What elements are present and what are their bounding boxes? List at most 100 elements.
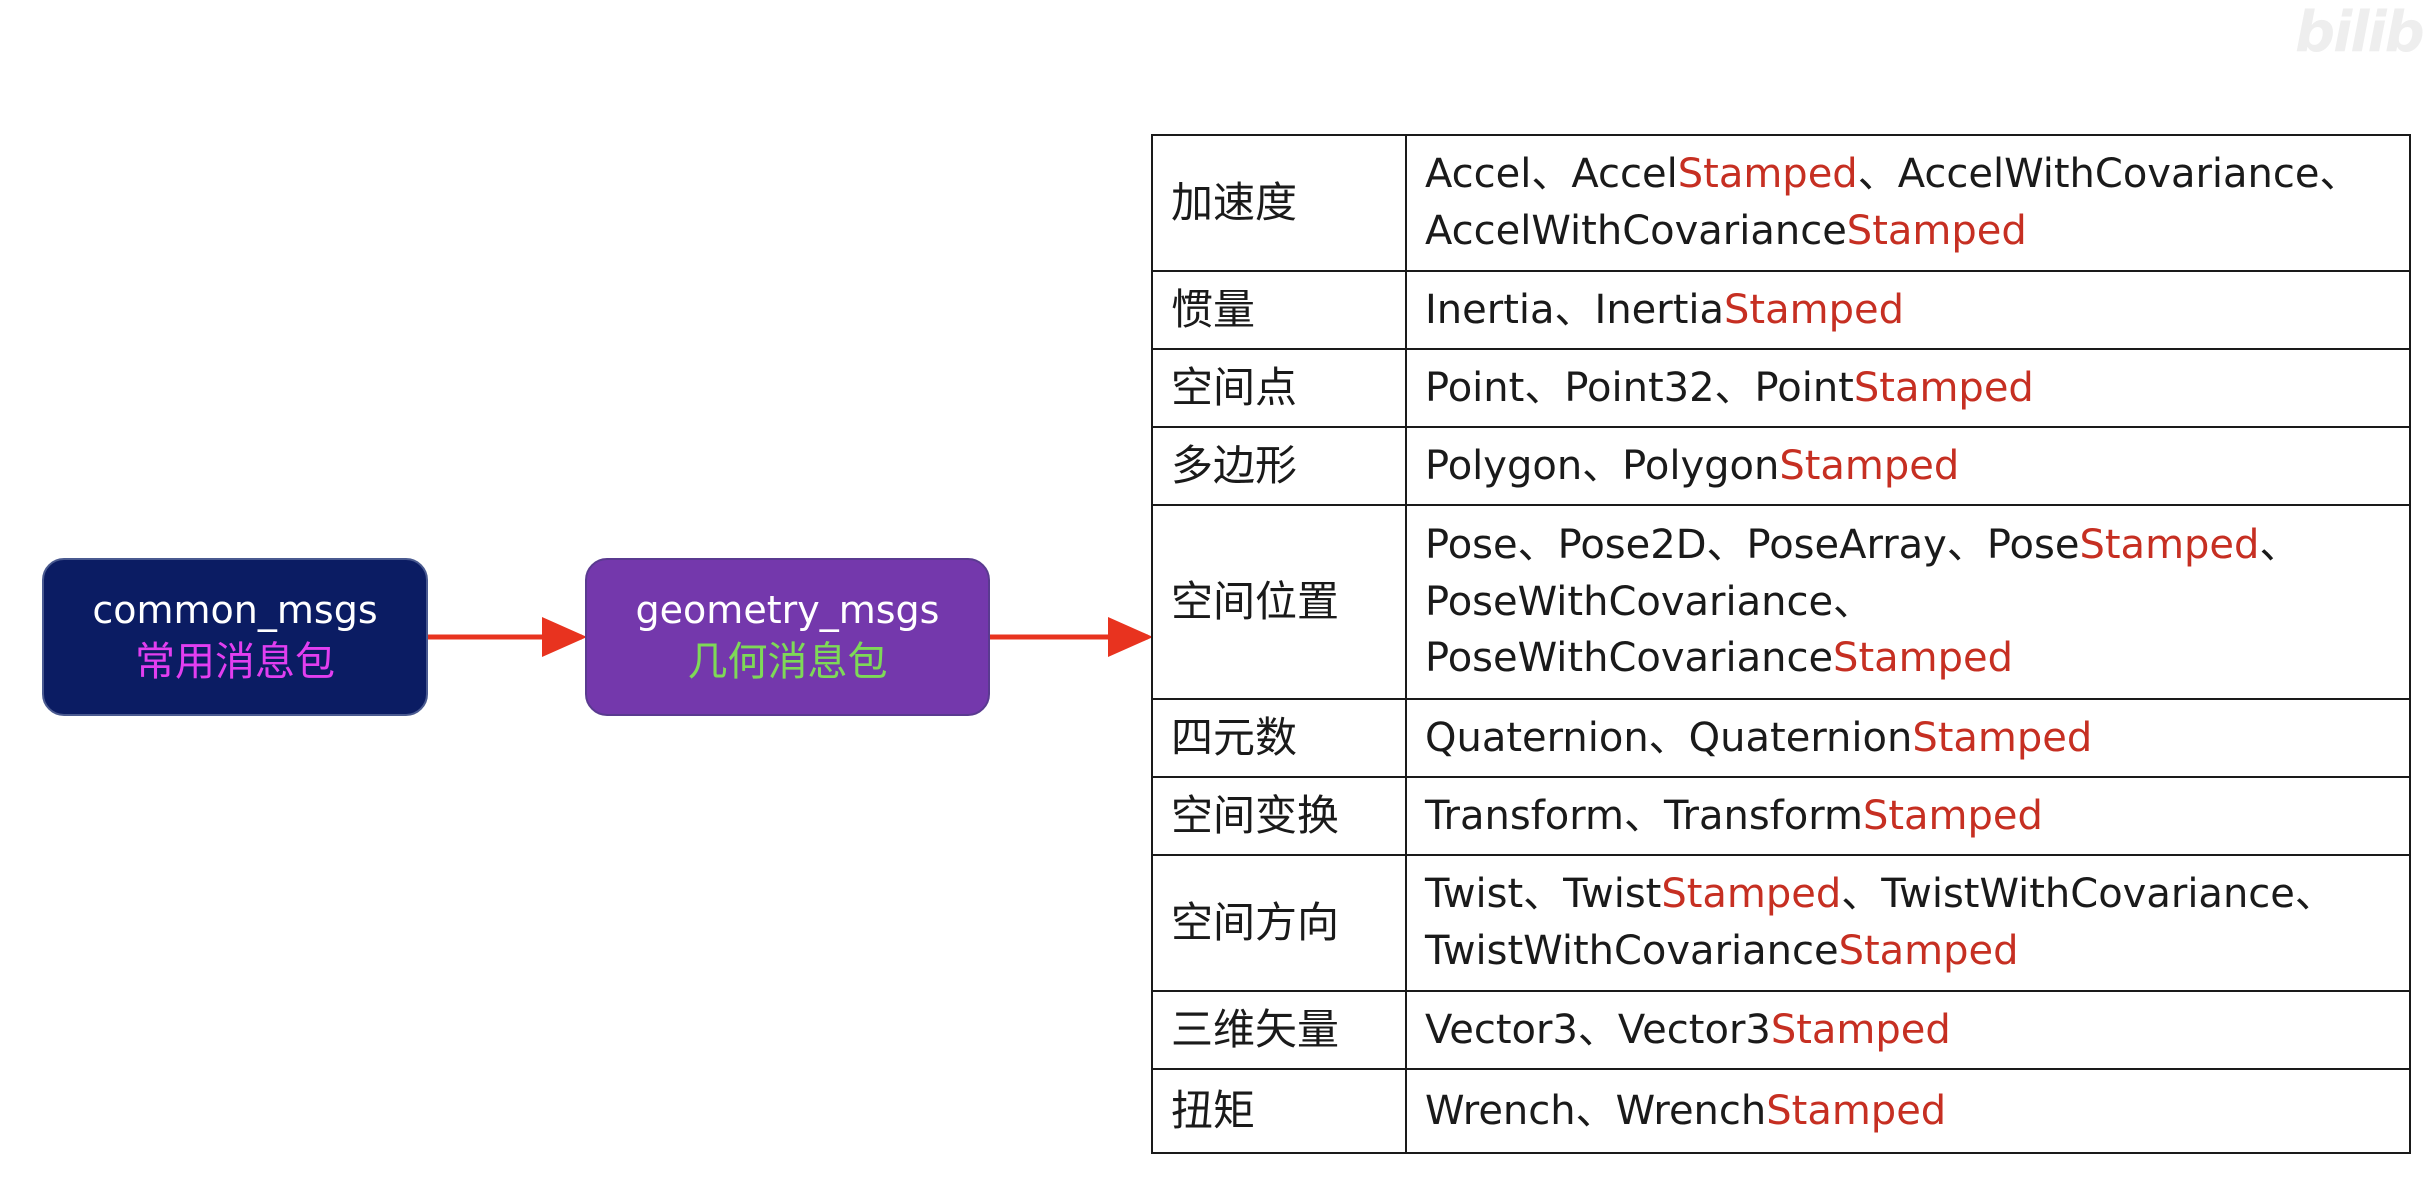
stamped-suffix: Stamped: [1846, 208, 2027, 254]
stamped-suffix: Stamped: [1677, 151, 1858, 198]
type-base-name: AccelWithCovariance: [1425, 208, 1847, 254]
type-base-name: PoseArray: [1746, 521, 1947, 568]
type-base-name: Inertia: [1594, 286, 1725, 333]
stamped-suffix: Stamped: [1833, 635, 2013, 682]
category-cell: 空间点: [1151, 348, 1407, 428]
type-base-name: Point: [1425, 364, 1525, 411]
type-base-name: Twist: [1425, 871, 1524, 918]
separator: 、: [1577, 1006, 1618, 1053]
separator: 、: [1582, 442, 1623, 489]
message-type: PoseWithCovariance、: [1425, 579, 1873, 625]
message-type: PoseStamped、: [1987, 522, 2300, 568]
separator: 、: [2294, 871, 2335, 918]
separator: 、: [1714, 364, 1755, 411]
message-type: QuaternionStamped: [1689, 715, 2093, 761]
message-type: Vector3、: [1425, 1007, 1618, 1053]
type-base-name: Transform: [1425, 792, 1624, 839]
type-base-name: Accel: [1571, 151, 1678, 198]
message-type: Polygon、: [1425, 443, 1622, 489]
type-base-name: Accel: [1425, 151, 1532, 198]
stamped-suffix: Stamped: [1779, 442, 1960, 489]
message-type: PolygonStamped: [1622, 443, 1959, 489]
category-cell: 四元数: [1151, 698, 1407, 778]
category-cell: 多边形: [1151, 426, 1407, 506]
message-type: Vector3Stamped: [1618, 1007, 1951, 1053]
message-types-cell: Vector3、Vector3Stamped: [1405, 990, 2411, 1070]
message-types-table: 加速度 Accel、AccelStamped、AccelWithCovarianc…: [1151, 134, 2411, 1154]
table-row: 空间位置 Pose、Pose2D、PoseArray、PoseStamped、Po…: [1151, 504, 2411, 700]
separator: 、: [1706, 521, 1747, 568]
message-type: Transform、: [1425, 793, 1664, 839]
message-type: AccelWithCovarianceStamped: [1425, 208, 2027, 254]
category-cell: 三维矢量: [1151, 990, 1407, 1070]
type-base-name: Vector3: [1617, 1006, 1771, 1053]
message-type: PoseArray、: [1747, 522, 1987, 568]
message-type: Pose2D、: [1558, 522, 1747, 568]
message-type: TwistStamped、: [1563, 871, 1881, 917]
stamped-suffix: Stamped: [1853, 364, 2034, 411]
type-base-name: Point: [1754, 364, 1854, 411]
message-types-cell: Polygon、PolygonStamped: [1405, 426, 2411, 506]
message-type: TransformStamped: [1664, 793, 2043, 839]
type-base-name: Inertia: [1425, 286, 1555, 333]
separator: 、: [1575, 1087, 1616, 1134]
message-type: Inertia、: [1425, 287, 1595, 333]
message-type: PointStamped: [1755, 365, 2034, 411]
message-type: Twist、: [1425, 871, 1563, 917]
stamped-suffix: Stamped: [1770, 1006, 1951, 1053]
table-row: 四元数 Quaternion、QuaternionStamped: [1151, 698, 2411, 778]
message-types-cell: Twist、TwistStamped、TwistWithCovariance、T…: [1405, 854, 2411, 992]
type-base-name: Quaternion: [1688, 714, 1913, 761]
message-type: Pose、: [1425, 522, 1558, 568]
type-base-name: Vector3: [1425, 1006, 1578, 1053]
separator: 、: [1523, 871, 1564, 918]
table-row: 惯量 Inertia、InertiaStamped: [1151, 270, 2411, 350]
type-base-name: TwistWithCovariance: [1425, 928, 1839, 974]
type-base-name: Wrench: [1425, 1087, 1576, 1134]
message-type: Accel、: [1425, 151, 1571, 197]
type-base-name: Wrench: [1615, 1087, 1767, 1134]
stamped-suffix: Stamped: [2079, 521, 2260, 568]
separator: 、: [1833, 578, 1874, 625]
category-cell: 惯量: [1151, 270, 1407, 350]
message-type: InertiaStamped: [1595, 287, 1904, 333]
message-type: Quaternion、: [1425, 715, 1689, 761]
category-cell: 空间方向: [1151, 854, 1407, 992]
common-msgs-node: common_msgs 常用消息包: [42, 558, 428, 716]
message-types-cell: Pose、Pose2D、PoseArray、PoseStamped、PoseWi…: [1405, 504, 2411, 700]
message-types-cell: Inertia、InertiaStamped: [1405, 270, 2411, 350]
table-row: 加速度 Accel、AccelStamped、AccelWithCovarianc…: [1151, 134, 2411, 272]
stamped-suffix: Stamped: [1838, 928, 2019, 974]
table-row: 多边形 Polygon、PolygonStamped: [1151, 426, 2411, 506]
separator: 、: [1517, 521, 1558, 568]
message-types-cell: Accel、AccelStamped、AccelWithCovariance、A…: [1405, 134, 2411, 272]
stamped-suffix: Stamped: [1766, 1087, 1947, 1134]
message-type: TwistWithCovariance、: [1881, 871, 2335, 917]
separator: 、: [1648, 714, 1689, 761]
message-types-cell: Wrench、WrenchStamped: [1405, 1068, 2411, 1154]
geometry-msgs-name: geometry_msgs: [635, 588, 940, 633]
category-cell: 空间变换: [1151, 776, 1407, 856]
separator: 、: [2319, 151, 2360, 198]
stamped-suffix: Stamped: [1724, 286, 1904, 333]
table-row: 空间点 Point、Point32、PointStamped: [1151, 348, 2411, 428]
message-type: AccelStamped、: [1571, 151, 1897, 197]
separator: 、: [1946, 521, 1987, 568]
category-cell: 加速度: [1151, 134, 1407, 272]
message-type: TwistWithCovarianceStamped: [1425, 928, 2019, 974]
message-type: AccelWithCovariance、: [1898, 151, 2360, 197]
separator: 、: [1554, 286, 1595, 333]
separator: 、: [1524, 364, 1565, 411]
type-base-name: TwistWithCovariance: [1881, 871, 2295, 918]
separator: 、: [1623, 792, 1664, 839]
type-base-name: PoseWithCovariance: [1425, 578, 1834, 625]
table-row: 空间变换 Transform、TransformStamped: [1151, 776, 2411, 856]
message-types-cell: Point、Point32、PointStamped: [1405, 348, 2411, 428]
separator: 、: [2259, 521, 2300, 568]
type-base-name: Pose: [1986, 521, 2080, 568]
table-row: 三维矢量 Vector3、Vector3Stamped: [1151, 990, 2411, 1070]
message-types-cell: Transform、TransformStamped: [1405, 776, 2411, 856]
table-row: 扭矩 Wrench、WrenchStamped: [1151, 1068, 2411, 1154]
stamped-suffix: Stamped: [1862, 792, 2043, 839]
category-cell: 扭矩: [1151, 1068, 1407, 1154]
